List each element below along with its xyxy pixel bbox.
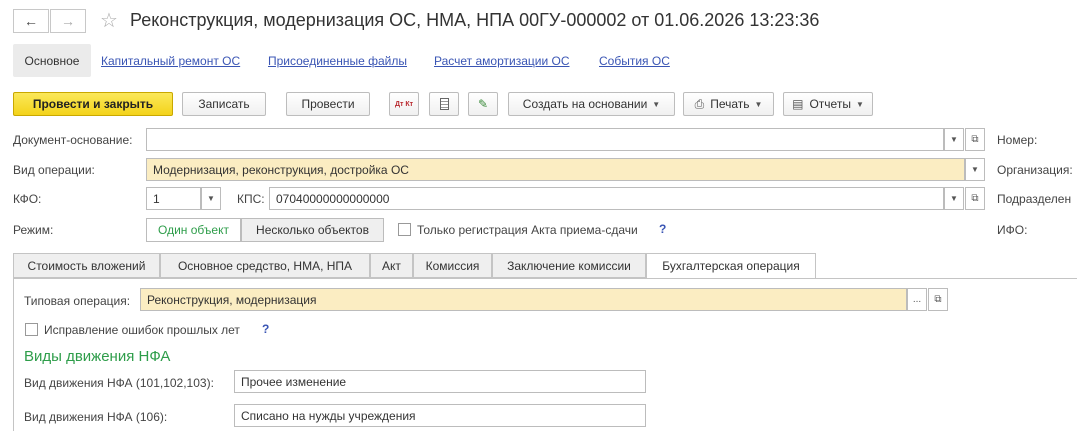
chevron-down-icon: ▼ bbox=[855, 99, 864, 109]
print-button[interactable]: ⎙ Печать ▼ bbox=[683, 92, 774, 116]
ifo-label: ИФО: bbox=[997, 223, 1028, 237]
chevron-down-icon: ▼ bbox=[950, 194, 958, 203]
tab-commission-conclusion[interactable]: Заключение комиссии bbox=[492, 253, 646, 278]
chevron-down-icon: ▼ bbox=[754, 99, 763, 109]
kps-open[interactable]: ⧉ bbox=[965, 187, 985, 210]
operation-select[interactable]: Модернизация, реконструкция, достройка О… bbox=[146, 158, 965, 181]
dt-kt-icon-text: Дт Кт bbox=[394, 100, 414, 108]
kps-input[interactable]: 07040000000000000 bbox=[269, 187, 944, 210]
typical-op-open[interactable]: ⧉ bbox=[928, 288, 948, 311]
kfo-label: КФО: bbox=[13, 192, 42, 206]
act-only-label: Только регистрация Акта приема-сдачи bbox=[417, 223, 638, 237]
movement1-input[interactable]: Прочее изменение bbox=[234, 370, 646, 393]
movement2-label: Вид движения НФА (106): bbox=[24, 410, 168, 424]
doc-basis-dropdown[interactable]: ▼ bbox=[944, 128, 964, 151]
correction-checkbox[interactable] bbox=[25, 323, 38, 336]
typical-op-label: Типовая операция: bbox=[24, 294, 131, 308]
doc-basis-open[interactable]: ⧉ bbox=[965, 128, 985, 151]
doc-basis-input[interactable] bbox=[146, 128, 944, 151]
organization-label: Организация: bbox=[997, 163, 1073, 177]
operation-dropdown[interactable]: ▼ bbox=[965, 158, 985, 181]
operation-label: Вид операции: bbox=[13, 163, 95, 177]
department-label: Подразделен bbox=[997, 192, 1072, 206]
open-icon: ⧉ bbox=[971, 134, 979, 145]
reports-button[interactable]: ▤ Отчеты ▼ bbox=[783, 92, 873, 116]
typical-op-select[interactable]: Реконструкция, модернизация bbox=[140, 288, 907, 311]
tab-fixed-asset[interactable]: Основное средство, НМА, НПА bbox=[160, 253, 370, 278]
chevron-down-icon: ▼ bbox=[652, 99, 661, 109]
tab-accounting-operation[interactable]: Бухгалтерская операция bbox=[646, 253, 816, 279]
movement1-label: Вид движения НФА (101,102,103): bbox=[24, 376, 214, 390]
printer-icon: ⎙ bbox=[694, 96, 705, 111]
page-title: Реконструкция, модернизация ОС, НМА, НПА… bbox=[130, 10, 820, 30]
help-icon[interactable]: ? bbox=[262, 322, 269, 336]
chevron-down-icon: ▼ bbox=[950, 135, 958, 144]
forward-button[interactable]: → bbox=[50, 9, 86, 33]
typical-op-choose[interactable]: ... bbox=[907, 288, 927, 311]
create-based-on-button[interactable]: Создать на основании ▼ bbox=[508, 92, 675, 116]
edit-pencil-icon[interactable]: ✎ bbox=[468, 92, 498, 116]
open-icon: ⧉ bbox=[934, 294, 942, 305]
chevron-down-icon: ▼ bbox=[971, 165, 979, 174]
reports-label: Отчеты bbox=[809, 97, 851, 111]
kps-label: КПС: bbox=[237, 192, 265, 206]
chevron-down-icon: ▼ bbox=[207, 194, 215, 203]
report-icon: ▤ bbox=[792, 97, 804, 111]
arrow-right-icon: → bbox=[61, 13, 75, 29]
section-title: Виды движения НФА bbox=[24, 348, 171, 365]
mode-label: Режим: bbox=[13, 223, 54, 237]
kfo-dropdown[interactable]: ▼ bbox=[201, 187, 221, 210]
kfo-input[interactable]: 1 bbox=[146, 187, 201, 210]
tab-events[interactable]: События ОС bbox=[599, 54, 670, 68]
mode-single-button[interactable]: Один объект bbox=[146, 218, 241, 242]
act-only-checkbox[interactable] bbox=[398, 223, 411, 236]
create-based-on-label: Создать на основании bbox=[522, 97, 648, 111]
save-button[interactable]: Записать bbox=[182, 92, 266, 116]
dt-kt-icon[interactable]: Дт Кт bbox=[389, 92, 419, 116]
tab-commission[interactable]: Комиссия bbox=[413, 253, 492, 278]
tab-main[interactable]: Основное bbox=[13, 44, 91, 77]
tab-depreciation[interactable]: Расчет амортизации ОС bbox=[434, 54, 570, 68]
tab-capital-repair[interactable]: Капитальный ремонт ОС bbox=[101, 54, 240, 68]
correction-label: Исправление ошибок прошлых лет bbox=[44, 323, 240, 337]
back-button[interactable]: ← bbox=[13, 9, 49, 33]
doc-basis-label: Документ-основание: bbox=[13, 133, 133, 147]
tab-attached-files[interactable]: Присоединенные файлы bbox=[268, 54, 407, 68]
star-icon[interactable]: ☆ bbox=[100, 8, 118, 33]
tab-act[interactable]: Акт bbox=[370, 253, 413, 278]
tab-investment-cost[interactable]: Стоимость вложений bbox=[13, 253, 160, 278]
post-and-close-button[interactable]: Провести и закрыть bbox=[13, 92, 173, 116]
list-icon[interactable] bbox=[429, 92, 459, 116]
mode-multi-button[interactable]: Несколько объектов bbox=[241, 218, 384, 242]
post-button[interactable]: Провести bbox=[286, 92, 370, 116]
help-icon[interactable]: ? bbox=[659, 222, 666, 236]
print-label: Печать bbox=[710, 97, 750, 111]
movement2-input[interactable]: Списано на нужды учреждения bbox=[234, 404, 646, 427]
number-label: Номер: bbox=[997, 133, 1038, 147]
arrow-left-icon: ← bbox=[24, 13, 38, 29]
open-icon: ⧉ bbox=[971, 193, 979, 204]
kps-dropdown[interactable]: ▼ bbox=[944, 187, 964, 210]
